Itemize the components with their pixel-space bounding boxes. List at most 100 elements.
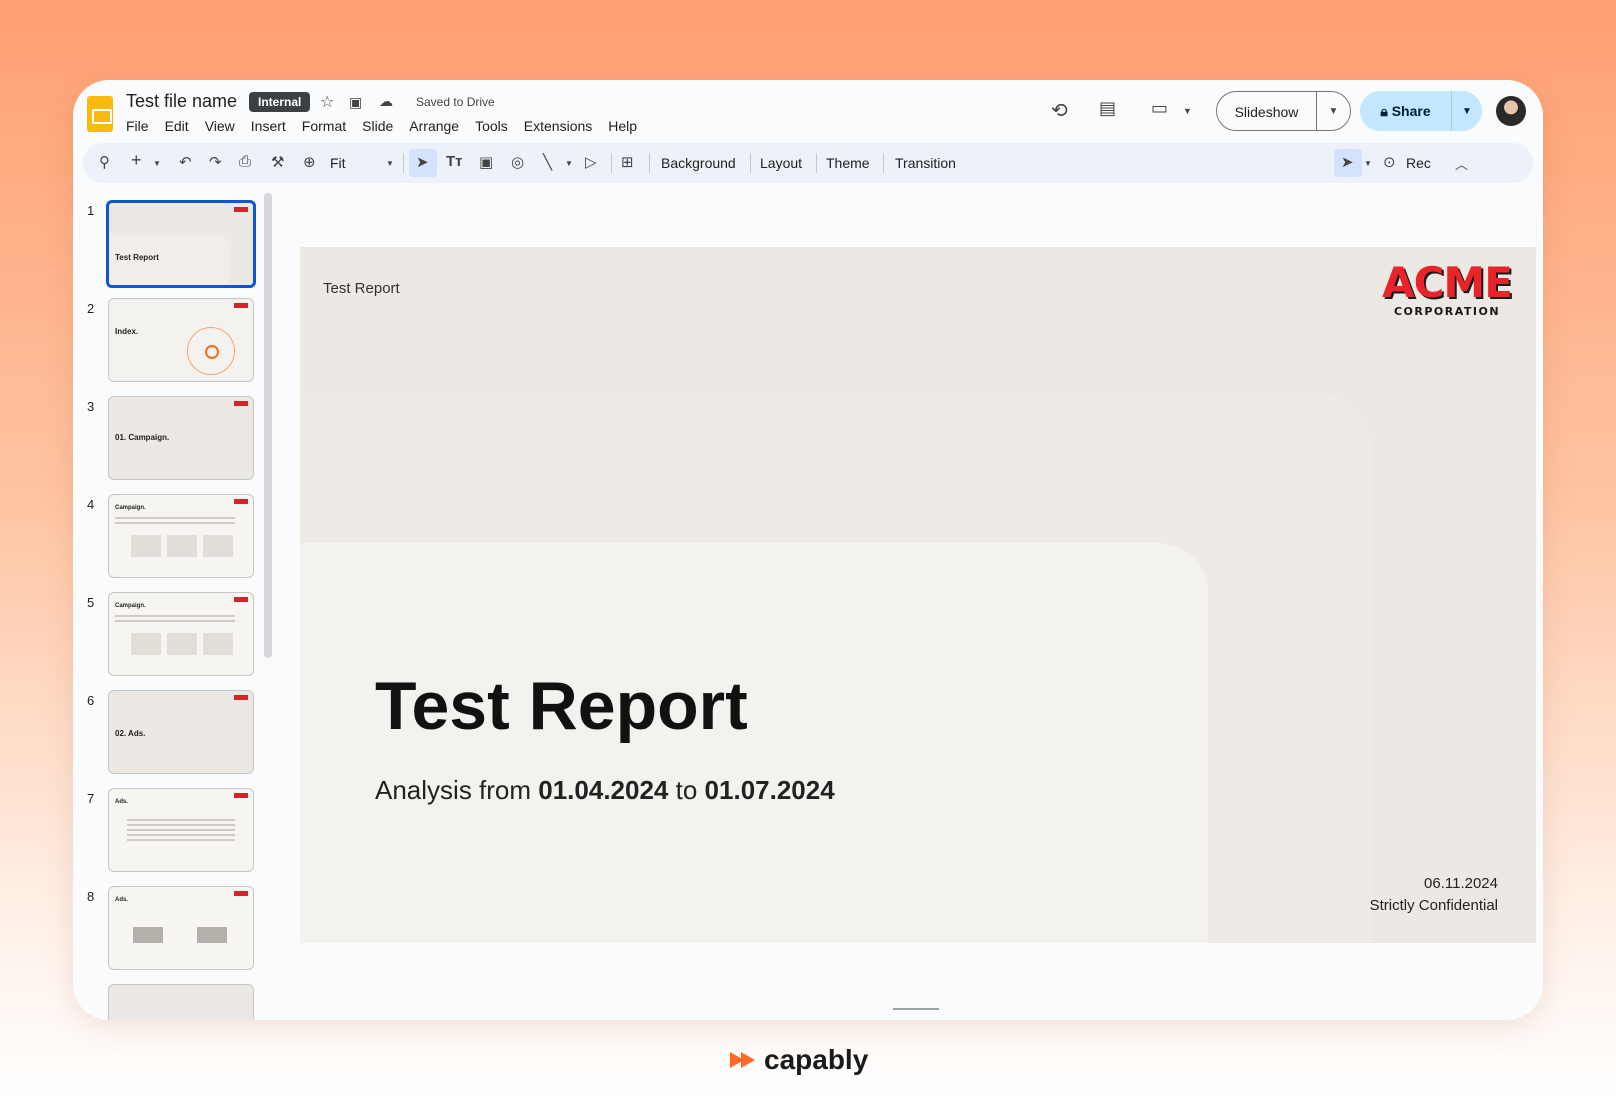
menu-help[interactable]: Help: [608, 118, 637, 134]
collapse-toolbar-icon[interactable]: ︿: [1455, 154, 1468, 173]
thumb-text-lines: [115, 615, 235, 625]
thumb-ring-graphic: [187, 327, 235, 375]
meet-video-icon[interactable]: ▭: [1151, 98, 1168, 119]
menu-file[interactable]: File: [126, 118, 149, 134]
thumb-logo: [234, 695, 248, 700]
acme-logo-sub: CORPORATION: [1393, 305, 1501, 318]
subtitle-prefix: Analysis from: [375, 775, 539, 805]
slide-title[interactable]: Test Report: [375, 667, 748, 745]
slide-thumbnail-5[interactable]: Campaign.: [108, 592, 254, 676]
menu-insert[interactable]: Insert: [251, 118, 286, 134]
rec-button[interactable]: Rec: [1406, 155, 1431, 171]
menu-slide[interactable]: Slide: [362, 118, 393, 134]
pointer-icon[interactable]: ➤: [1341, 153, 1354, 171]
slide-thumbnail-7[interactable]: Ads.: [108, 788, 254, 872]
menu-bar: File Edit View Insert Format Slide Arran…: [126, 118, 653, 134]
avatar[interactable]: [1496, 96, 1526, 126]
speaker-notes-handle[interactable]: [893, 1008, 939, 1010]
thumb-number: 3: [87, 399, 95, 414]
zoom-icon[interactable]: ⊕: [303, 153, 316, 171]
label-badge[interactable]: Internal: [249, 92, 311, 112]
menu-arrange[interactable]: Arrange: [409, 118, 459, 134]
new-slide-icon[interactable]: +: [131, 150, 142, 171]
version-history-icon[interactable]: ⟲: [1051, 98, 1068, 123]
add-comment-icon[interactable]: ⊞: [621, 153, 634, 171]
line-dropdown-icon[interactable]: ▼: [565, 159, 573, 168]
menu-extensions[interactable]: Extensions: [524, 118, 592, 134]
slide-thumbnail-4[interactable]: Campaign.: [108, 494, 254, 578]
slide-thumbnail-8[interactable]: Ads.: [108, 886, 254, 970]
thumb-logo: [234, 401, 248, 406]
slide-date[interactable]: 06.11.2024: [1424, 875, 1498, 892]
thumb-number: 7: [87, 791, 95, 806]
thumb-bar-graphic: [133, 927, 163, 943]
print-icon[interactable]: ⎙: [239, 153, 251, 170]
slide-subtitle[interactable]: Analysis from 01.04.2024 to 01.07.2024: [375, 775, 835, 806]
confidential-label[interactable]: Strictly Confidential: [1370, 897, 1498, 914]
menu-edit[interactable]: Edit: [165, 118, 189, 134]
lock-icon: 🔒︎: [1380, 103, 1392, 119]
slideshow-dropdown-icon[interactable]: ▼: [1317, 106, 1350, 117]
acme-logo[interactable]: ACME CORPORATION: [1380, 261, 1514, 319]
thumb-logo: [234, 207, 248, 212]
toolbar-divider: [816, 153, 817, 173]
comments-icon[interactable]: ▤: [1099, 98, 1116, 119]
move-folder-icon[interactable]: ▣: [349, 94, 362, 111]
saved-status: Saved to Drive: [416, 95, 495, 109]
search-icon[interactable]: ⚲: [99, 153, 110, 171]
slide-canvas[interactable]: Test Report ACME CORPORATION Test Report…: [300, 247, 1536, 943]
filmstrip-scrollbar[interactable]: [264, 193, 272, 658]
star-icon[interactable]: ☆: [320, 92, 334, 112]
shape-icon[interactable]: ◎: [511, 153, 524, 171]
text-box-icon[interactable]: Tт: [446, 153, 463, 170]
slide-thumbnail-3[interactable]: 01. Campaign.: [108, 396, 254, 480]
toolbar: ⚲ + ▼ ↶ ↷ ⎙ ⚒ ⊕ Fit ▼ ➤ Tт ▣ ◎ ╲ ▼ ▷ ⊞ B…: [83, 143, 1533, 183]
toolbar-divider: [403, 153, 404, 173]
thumb-logo: [234, 499, 248, 504]
video-insert-icon[interactable]: ▷: [585, 153, 597, 171]
undo-icon[interactable]: ↶: [179, 153, 192, 171]
share-button-group: 🔒︎ Share ▼: [1360, 91, 1482, 131]
background-button[interactable]: Background: [661, 155, 736, 171]
slide-header-text[interactable]: Test Report: [323, 280, 400, 297]
doc-title[interactable]: Test file name: [126, 91, 237, 112]
share-button[interactable]: 🔒︎ Share: [1360, 91, 1452, 131]
pointer-dropdown-icon[interactable]: ▼: [1364, 159, 1372, 168]
redo-icon[interactable]: ↷: [209, 153, 222, 171]
subtitle-mid: to: [668, 775, 705, 805]
zoom-select[interactable]: Fit: [330, 155, 346, 171]
menu-tools[interactable]: Tools: [475, 118, 508, 134]
toolbar-divider: [611, 153, 612, 173]
slide-thumbnail-2[interactable]: Index.: [108, 298, 254, 382]
paint-format-icon[interactable]: ⚒: [271, 153, 284, 171]
thumb-logo: [234, 303, 248, 308]
slide-thumbnail-1[interactable]: Test Report: [106, 200, 256, 288]
layout-button[interactable]: Layout: [760, 155, 802, 171]
rec-icon[interactable]: ⊙: [1383, 153, 1396, 171]
meet-dropdown-icon[interactable]: ▼: [1183, 106, 1192, 116]
image-icon[interactable]: ▣: [479, 153, 493, 171]
thumb-title: 01. Campaign.: [115, 433, 170, 442]
line-icon[interactable]: ╲: [543, 153, 552, 171]
slide-thumbnail-6[interactable]: 02. Ads.: [108, 690, 254, 774]
slide-filmstrip[interactable]: 1 Test Report 2 Index. 3 01. Campaign. 4…: [73, 193, 273, 1020]
new-slide-dropdown-icon[interactable]: ▼: [153, 159, 161, 168]
share-dropdown-icon[interactable]: ▼: [1452, 106, 1482, 117]
thumb-metric-box: [203, 535, 233, 557]
thumb-number: 5: [87, 595, 95, 610]
slide-thumbnail-9[interactable]: [108, 984, 254, 1020]
slideshow-button[interactable]: Slideshow: [1217, 92, 1317, 130]
zoom-dropdown-icon[interactable]: ▼: [386, 159, 394, 168]
theme-button[interactable]: Theme: [826, 155, 870, 171]
menu-view[interactable]: View: [205, 118, 235, 134]
thumb-title: Ads.: [115, 897, 129, 903]
select-cursor-icon[interactable]: ➤: [416, 153, 429, 171]
thumb-table-lines: [127, 819, 235, 844]
transition-button[interactable]: Transition: [895, 155, 956, 171]
slides-logo-icon[interactable]: [87, 96, 113, 132]
date-to: 01.07.2024: [704, 775, 835, 805]
thumb-title: Ads.: [115, 799, 129, 805]
title-bar: Test file name Internal ☆ ▣ ☁ Saved to D…: [73, 80, 1543, 144]
menu-format[interactable]: Format: [302, 118, 346, 134]
date-from: 01.04.2024: [538, 775, 669, 805]
